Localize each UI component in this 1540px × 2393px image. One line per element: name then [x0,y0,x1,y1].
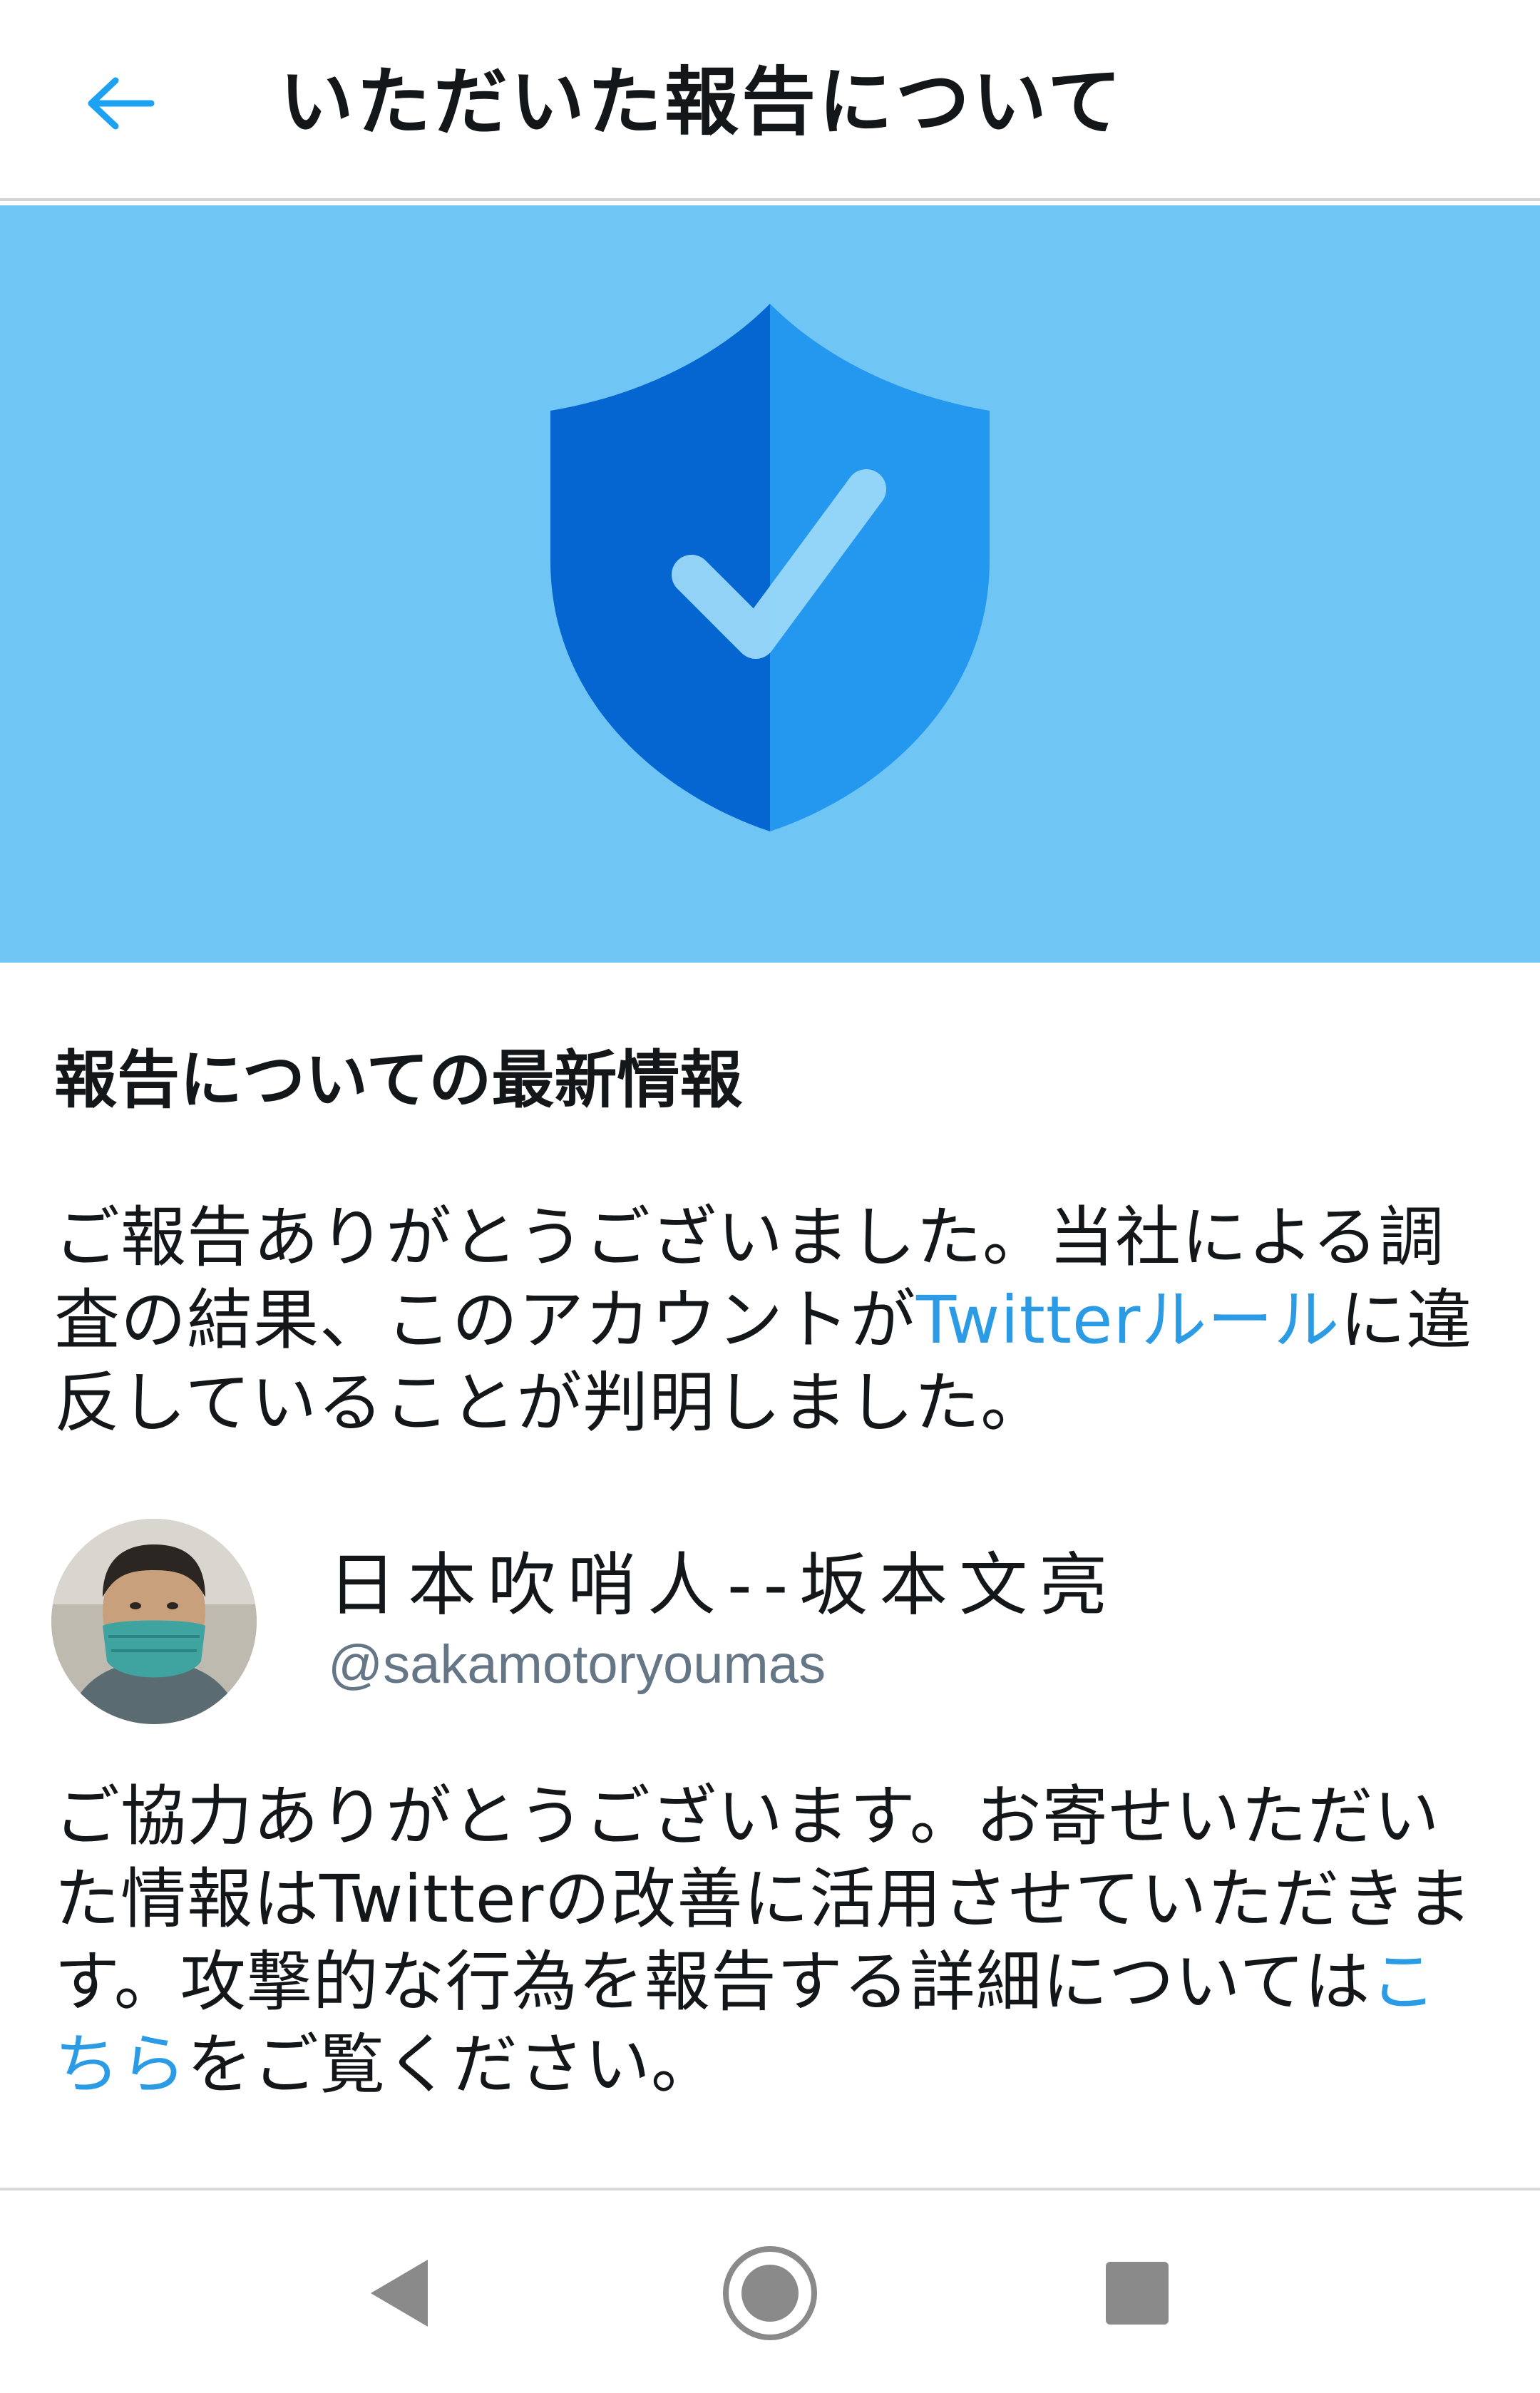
account-handle: @sakamotoryoumas [328,1634,826,1695]
system-navigation-bar [0,2188,1540,2393]
avatar[interactable] [51,1519,257,1724]
shield-check-icon [550,304,990,831]
app-header: いただいた報告について [0,0,1540,201]
nav-recents-button[interactable] [1073,2229,1201,2357]
page-title: いただいた報告について [279,58,1124,145]
account-display-name: 日本吹哨人--坂本文亮 [328,1545,1119,1625]
report-status-screen: いただいた報告について 報告についての最新情報 ご報告ありがとうございました。当… [0,0,1540,2393]
reported-account[interactable]: 日本吹哨人--坂本文亮 @sakamotoryoumas [51,1519,1477,1726]
back-button[interactable] [71,57,171,150]
nav-back-button[interactable] [335,2229,463,2357]
nav-home-button[interactable] [706,2229,834,2357]
thanks-message: ご協力ありがとうございます。お寄せいただいた情報はTwitterの改善に活用させ… [54,1775,1494,2106]
result-message: ご報告ありがとうございました。当社による調査の結果、このアカウントがTwitte… [54,1196,1494,1445]
nav-recents-square-icon [1106,2262,1169,2325]
thanks-text-after: をご覧ください。 [187,2026,718,2103]
section-title: 報告についての最新情報 [54,1043,743,1117]
avatar-image [51,1519,257,1724]
thanks-text-before: ご協力ありがとうございます。お寄せいただいた情報はTwitterの改善に活用させ… [54,1778,1473,2020]
nav-back-triangle-icon [371,2260,428,2327]
hero-banner [0,205,1540,963]
twitter-rules-link[interactable]: Twitterルール [916,1282,1340,1358]
arrow-left-icon [88,77,155,130]
nav-home-circle-icon [723,2246,817,2340]
